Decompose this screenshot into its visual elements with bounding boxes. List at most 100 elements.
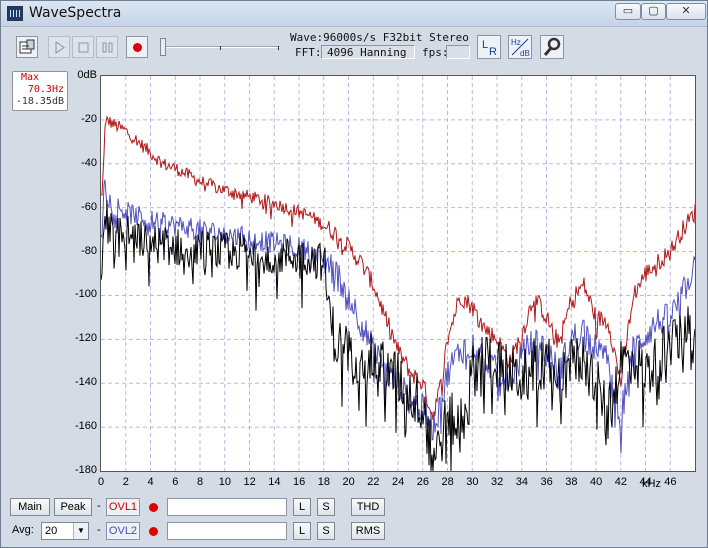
y-tick-label: -60 (81, 200, 97, 213)
peak-frequency: 70.3Hz (27, 84, 64, 95)
x-tick-label: 24 (392, 476, 405, 488)
close-icon: ✕ (681, 5, 691, 17)
avg-select[interactable]: 20 ▼ (41, 522, 89, 540)
x-tick-label: 30 (466, 476, 479, 488)
main-button[interactable]: Main (10, 498, 50, 516)
app-window: WaveSpectra ▭ ▢ ✕ Wave:96000s/s F32bit S… (0, 0, 708, 548)
rms-button[interactable]: RMS (351, 522, 385, 540)
x-tick-label: 26 (416, 476, 429, 488)
y-tick-label: -180 (74, 464, 97, 476)
x-tick-label: 36 (540, 476, 553, 488)
x-tick-label: 42 (614, 476, 627, 488)
ovl1-s-button[interactable]: S (317, 498, 335, 516)
peak-readout: Max 70.3Hz -18.35dB (12, 71, 68, 111)
bottom-panel: Main Peak - OVL1 L S THD Avg: 20 ▼ - OVL… (6, 494, 701, 544)
hz-db-scale-button[interactable]: Hz dB (508, 35, 532, 59)
svg-text:L: L (482, 39, 488, 51)
wave-info: Wave:96000s/s F32bit Stereo (290, 31, 469, 44)
ovl1-button[interactable]: OVL1 (106, 498, 140, 516)
ovl1-dash: - (97, 500, 101, 512)
hz-db-scale-icon: Hz dB (511, 38, 530, 58)
fps-label: fps: (422, 46, 449, 59)
title-bar: WaveSpectra ▭ ▢ ✕ (1, 1, 707, 27)
record-button[interactable] (126, 36, 148, 58)
toolbar: Wave:96000s/s F32bit Stereo FFT: 4096 Ha… (2, 28, 707, 66)
y-tick-label: -80 (81, 244, 97, 257)
ovl1-record-icon[interactable] (149, 503, 158, 512)
chevron-down-icon: ▼ (73, 523, 88, 539)
fps-field (446, 45, 470, 59)
stop-button[interactable] (72, 36, 94, 58)
device-settings-icon (19, 39, 35, 54)
record-icon (133, 43, 142, 52)
ovl1-field[interactable] (167, 498, 287, 516)
x-tick-label: 38 (565, 476, 578, 488)
y-tick-label: -120 (74, 332, 97, 345)
x-tick-label: 12 (243, 476, 256, 488)
wave-value: 96000s/s F32bit Stereo (323, 31, 469, 44)
slider-tick (278, 46, 279, 50)
wave-label: Wave: (290, 31, 324, 44)
peak-label: Max (21, 72, 40, 83)
x-tick-label: 2 (122, 476, 129, 488)
x-tick-label: 20 (342, 476, 355, 488)
spectrum-plot-svg (101, 76, 695, 471)
play-button[interactable] (48, 36, 70, 58)
avg-label: Avg: (12, 524, 34, 536)
svg-text:Hz: Hz (511, 38, 521, 47)
x-tick-label: 6 (172, 476, 179, 488)
play-icon (55, 41, 65, 54)
x-tick-label: 28 (441, 476, 454, 488)
ovl2-l-button[interactable]: L (293, 522, 311, 540)
settings-wrench-button[interactable] (540, 35, 564, 59)
x-tick-label: 18 (317, 476, 330, 488)
maximize-button[interactable]: ▢ (641, 3, 666, 20)
minimize-button[interactable]: ▭ (615, 3, 641, 20)
x-tick-label: 0 (98, 476, 105, 488)
ovl2-button[interactable]: OVL2 (106, 522, 140, 540)
peak-level: -18.35dB (15, 96, 64, 107)
x-tick-label: 8 (197, 476, 204, 488)
spectrum-plot[interactable] (100, 75, 696, 472)
x-tick-label: 14 (268, 476, 281, 488)
fft-field: 4096 Hanning (321, 45, 415, 59)
y-tick-label: -160 (74, 420, 97, 433)
y-tick-label: 0dB (77, 69, 97, 81)
window-title: WaveSpectra (29, 5, 122, 21)
y-tick-label: -140 (74, 376, 97, 389)
ovl2-record-icon[interactable] (149, 527, 158, 536)
slider-tick (220, 46, 221, 50)
pause-icon (102, 42, 113, 53)
x-tick-label: 32 (491, 476, 504, 488)
x-tick-label: 16 (293, 476, 306, 488)
spectrum-app-icon (7, 6, 23, 21)
fft-value: 4096 Hanning (327, 46, 407, 59)
svg-text:R: R (489, 46, 497, 58)
ovl2-dash: - (97, 524, 101, 536)
x-tick-label: 10 (218, 476, 231, 488)
position-slider-thumb[interactable] (160, 38, 166, 56)
maximize-icon: ▢ (648, 5, 659, 17)
x-tick-label: 40 (590, 476, 603, 488)
svg-text:dB: dB (520, 49, 530, 58)
x-tick-label: 46 (664, 476, 677, 488)
x-tick-label: 34 (515, 476, 528, 488)
minimize-icon: ▭ (622, 5, 634, 17)
close-button[interactable]: ✕ (666, 3, 706, 20)
fft-label: FFT: (295, 46, 322, 59)
peak-button[interactable]: Peak (54, 498, 92, 516)
avg-value: 20 (45, 525, 58, 537)
lr-channel-icon: L R (482, 39, 497, 58)
ovl1-l-button[interactable]: L (293, 498, 311, 516)
y-tick-label: -100 (74, 288, 97, 301)
pause-button[interactable] (96, 36, 118, 58)
y-tick-label: -20 (81, 112, 97, 125)
x-axis-unit-label: kHz (642, 478, 661, 490)
thd-button[interactable]: THD (351, 498, 385, 516)
x-tick-label: 22 (367, 476, 380, 488)
x-tick-label: 4 (147, 476, 154, 488)
settings-button[interactable] (16, 36, 38, 58)
ovl2-field[interactable] (167, 522, 287, 540)
lr-channel-button[interactable]: L R (477, 35, 501, 59)
ovl2-s-button[interactable]: S (317, 522, 335, 540)
